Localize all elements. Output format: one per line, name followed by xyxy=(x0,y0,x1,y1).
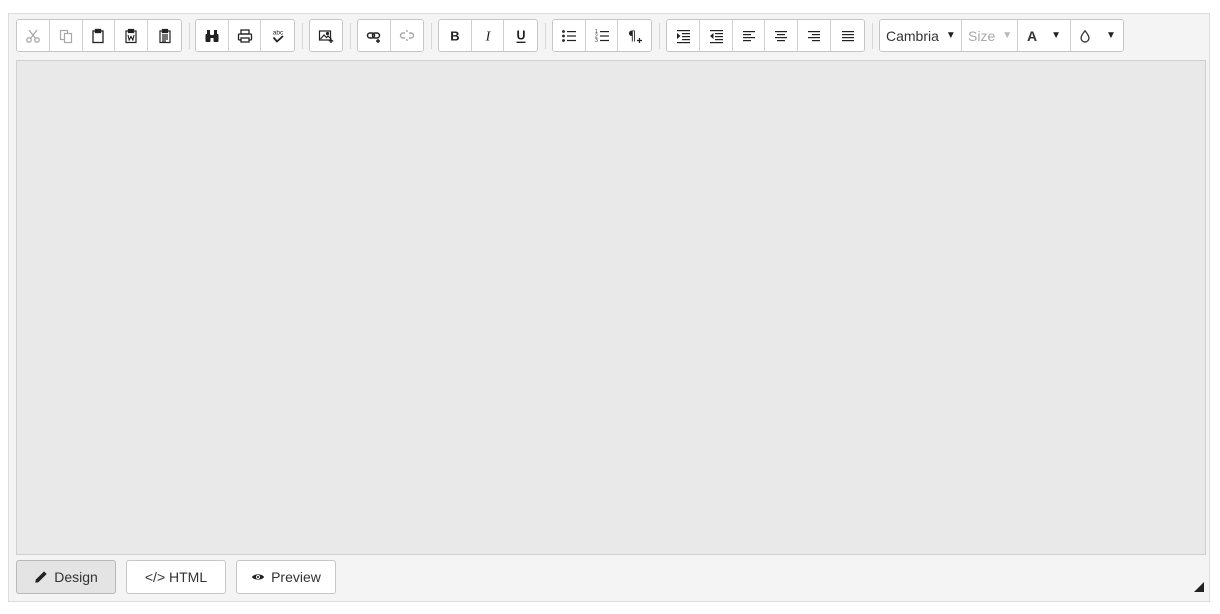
list-group: 1 2 3 ¶ xyxy=(552,19,652,52)
copy-icon xyxy=(59,29,72,43)
find-button[interactable] xyxy=(196,20,229,51)
link-icon xyxy=(366,31,380,43)
italic-button[interactable]: I xyxy=(471,20,505,51)
indent-icon xyxy=(676,29,690,43)
numbered-list-icon: 1 2 3 xyxy=(595,29,609,44)
align-center-button[interactable] xyxy=(765,20,799,51)
svg-text:¶: ¶ xyxy=(628,29,636,44)
underline-button[interactable]: U xyxy=(504,20,537,51)
font-color-dropdown[interactable]: A ▼ xyxy=(1018,20,1071,51)
remove-link-button[interactable] xyxy=(390,20,423,51)
font-size-dropdown[interactable]: Size ▼ xyxy=(962,20,1018,51)
align-left-icon xyxy=(742,30,755,41)
resize-grip-icon[interactable] xyxy=(1194,582,1204,592)
chevron-down-icon: ▼ xyxy=(1106,30,1116,41)
bold-icon: B xyxy=(450,28,459,43)
background-color-dropdown[interactable]: ▼ xyxy=(1071,20,1123,51)
align-right-button[interactable] xyxy=(798,20,832,51)
spellcheck-icon: abc xyxy=(272,29,284,43)
font-family-value: Cambria xyxy=(886,27,939,44)
underline-icon: U xyxy=(516,28,525,43)
editor-content-area[interactable] xyxy=(16,60,1206,555)
italic-icon: I xyxy=(484,29,491,44)
binoculars-icon xyxy=(205,29,219,42)
bulleted-list-button[interactable] xyxy=(553,20,586,51)
design-mode-label: Design xyxy=(54,569,98,585)
preview-mode-button[interactable]: Preview xyxy=(236,560,336,594)
html-editor: abc B I U 1 2 3 ¶ Cambria ▼ Size ▼ A ▼ ▼… xyxy=(8,13,1210,602)
clipboard-group xyxy=(16,19,182,52)
preview-mode-label: Preview xyxy=(271,569,321,585)
svg-text:U: U xyxy=(516,28,525,42)
eye-icon xyxy=(251,574,265,580)
text-style-group: B I U xyxy=(438,19,538,52)
scissors-icon xyxy=(26,29,40,43)
chevron-down-icon: ▼ xyxy=(1051,30,1062,41)
paste-button[interactable] xyxy=(82,20,116,51)
droplet-icon xyxy=(1080,29,1090,43)
paragraph-button[interactable]: ¶ xyxy=(618,20,651,51)
spellcheck-button[interactable]: abc xyxy=(261,20,294,51)
font-size-placeholder: Size xyxy=(968,27,996,44)
pencil-icon xyxy=(35,571,47,583)
svg-text:I: I xyxy=(484,29,491,44)
insert-image-button[interactable] xyxy=(310,20,342,51)
cut-button[interactable] xyxy=(17,20,50,51)
editor-toolbar: abc B I U 1 2 3 ¶ Cambria ▼ Size ▼ A ▼ ▼ xyxy=(9,14,1209,60)
insert-link-button[interactable] xyxy=(358,20,391,51)
outdent-button[interactable] xyxy=(699,20,733,51)
toolbar-separator xyxy=(350,23,351,49)
clipboard-icon xyxy=(92,28,105,43)
paste-as-text-button[interactable] xyxy=(148,20,181,51)
copy-button[interactable] xyxy=(49,20,83,51)
tools-group: abc xyxy=(195,19,295,52)
toolbar-separator xyxy=(872,23,873,49)
link-group xyxy=(357,19,424,52)
paste-text-icon xyxy=(158,28,171,43)
align-center-icon xyxy=(775,30,788,41)
paste-word-icon xyxy=(125,28,137,43)
align-right-icon xyxy=(808,30,821,41)
font-color-label: A xyxy=(1026,27,1038,44)
align-left-button[interactable] xyxy=(732,20,766,51)
indent-button[interactable] xyxy=(667,20,700,51)
print-button[interactable] xyxy=(228,20,262,51)
chevron-down-icon: ▼ xyxy=(945,30,956,41)
toolbar-separator xyxy=(431,23,432,49)
printer-icon xyxy=(237,28,252,43)
toolbar-separator xyxy=(545,23,546,49)
image-group xyxy=(309,19,343,52)
toolbar-separator xyxy=(659,23,660,49)
alignment-group xyxy=(666,19,865,52)
justify-icon xyxy=(841,30,854,41)
paragraph-icon: ¶ xyxy=(628,29,642,44)
svg-text:3: 3 xyxy=(595,38,598,44)
html-mode-button[interactable]: </> HTML xyxy=(126,560,226,594)
font-group: Cambria ▼ Size ▼ A ▼ ▼ xyxy=(879,19,1124,52)
numbered-list-button[interactable]: 1 2 3 xyxy=(585,20,619,51)
bulleted-list-icon xyxy=(561,29,576,42)
toolbar-separator xyxy=(189,23,190,49)
bold-button[interactable]: B xyxy=(439,20,472,51)
outdent-icon xyxy=(709,29,723,43)
paste-from-word-button[interactable] xyxy=(115,20,149,51)
svg-text:B: B xyxy=(450,28,459,43)
font-family-dropdown[interactable]: Cambria ▼ xyxy=(880,20,962,51)
insert-image-icon xyxy=(318,29,334,43)
justify-button[interactable] xyxy=(831,20,864,51)
chevron-down-icon: ▼ xyxy=(1002,30,1013,41)
toolbar-separator xyxy=(302,23,303,49)
unlink-icon xyxy=(399,29,414,41)
html-mode-label: </> HTML xyxy=(144,569,208,585)
design-mode-button[interactable]: Design xyxy=(16,560,116,594)
